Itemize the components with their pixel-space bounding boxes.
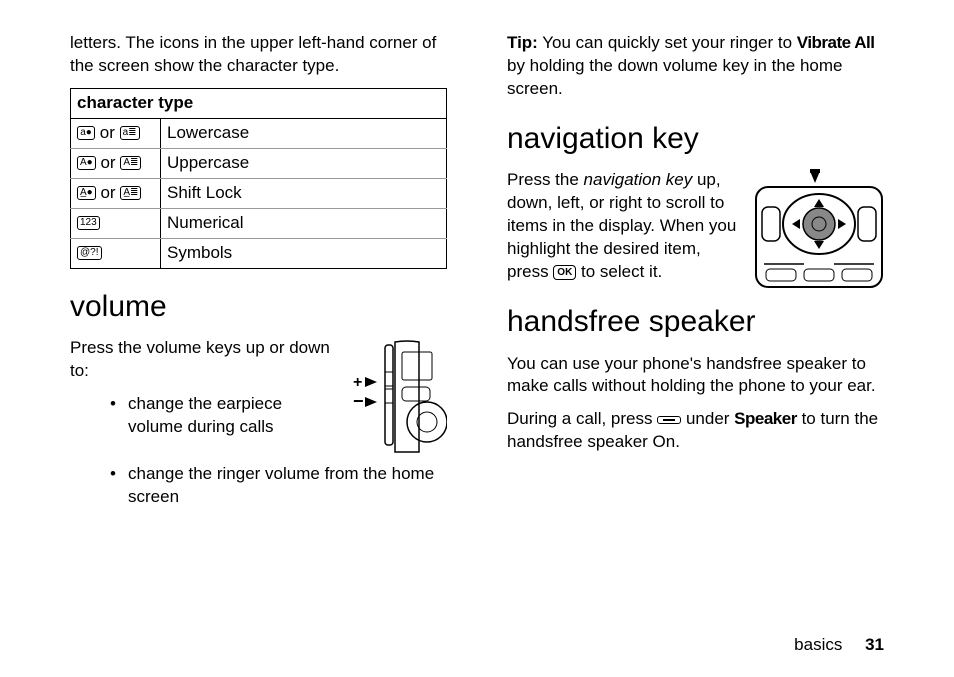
right-column: Tip: You can quickly set your ringer to … [507, 32, 884, 622]
row-label: Lowercase [161, 118, 447, 148]
nav-text-1: Press the [507, 170, 584, 189]
uppercase-icon-1: A● [77, 156, 96, 170]
nav-key-italic: navigation key [584, 170, 693, 189]
tip-text-1: You can quickly set your ringer to [538, 33, 797, 52]
symbols-icon: @?! [77, 246, 102, 260]
footer-section: basics [794, 635, 842, 654]
lowercase-icon-2: a≣ [120, 126, 140, 140]
ok-key-icon: OK [553, 265, 576, 280]
or-text: or [100, 123, 115, 142]
nav-text-3: to select it. [576, 262, 662, 281]
or-text: or [100, 153, 115, 172]
speaker-label: Speaker [734, 409, 797, 428]
tip-text-2: by holding the down volume key in the ho… [507, 56, 842, 98]
hf-text-2a: During a call, press [507, 409, 657, 428]
tip-label: Tip: [507, 33, 538, 52]
left-column: letters. The icons in the upper left-han… [70, 32, 447, 622]
shiftlock-icon-1: A̲● [77, 186, 96, 200]
volume-intro: Press the volume keys up or down to: [70, 337, 335, 383]
volume-heading: volume [70, 287, 447, 328]
row-label: Shift Lock [161, 178, 447, 208]
navigation-key-illustration [754, 169, 884, 289]
intro-text: letters. The icons in the upper left-han… [70, 32, 447, 78]
handsfree-heading: handsfree speaker [507, 302, 884, 343]
navigation-key-heading: navigation key [507, 119, 884, 160]
vibrate-all-label: Vibrate All [797, 33, 875, 52]
handsfree-text: You can use your phone's handsfree speak… [507, 353, 884, 399]
table-header: character type [71, 88, 447, 118]
svg-text:+: + [353, 374, 362, 391]
page-number: 31 [865, 635, 884, 654]
row-label: Uppercase [161, 148, 447, 178]
row-label: Symbols [161, 238, 447, 268]
hf-text-2b: under [686, 409, 734, 428]
numerical-icon: 123 [77, 216, 100, 230]
or-text: or [100, 183, 115, 202]
svg-text:−: − [353, 391, 364, 411]
row-label: Numerical [161, 208, 447, 238]
bullet-earpiece: change the earpiece volume during calls [110, 393, 335, 439]
page-footer: basics 31 [70, 634, 884, 657]
character-type-table: character type a● or a≣ Lowercase A● or … [70, 88, 447, 269]
tip-paragraph: Tip: You can quickly set your ringer to … [507, 32, 884, 101]
lowercase-icon-1: a● [77, 126, 95, 140]
shiftlock-icon-2: A̲≣ [120, 186, 141, 200]
bullet-ringer: change the ringer volume from the home s… [110, 463, 447, 509]
uppercase-icon-2: A≣ [120, 156, 141, 170]
handsfree-text-2: During a call, press under Speaker to tu… [507, 408, 884, 454]
volume-keys-illustration: + − [347, 337, 447, 457]
menu-key-icon [657, 416, 681, 424]
